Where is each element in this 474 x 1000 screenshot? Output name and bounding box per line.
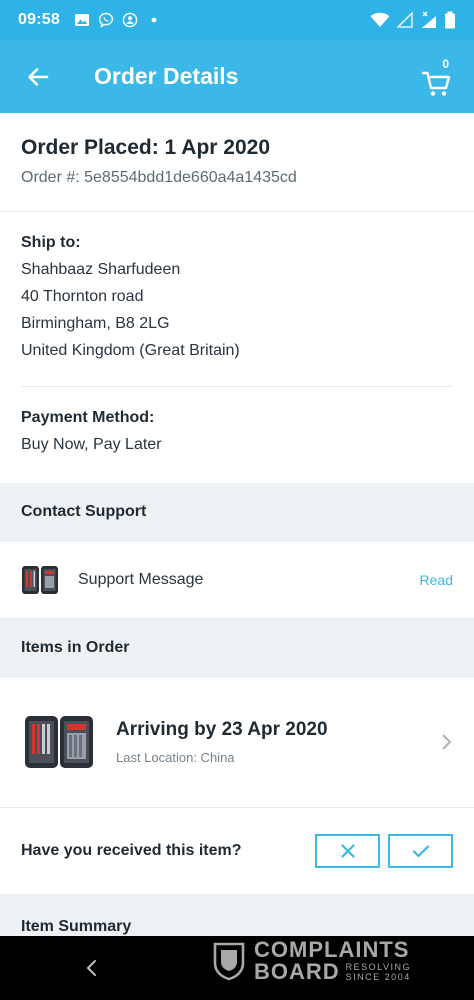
system-icons bbox=[370, 11, 456, 29]
watermark-tagline: RESOLVING SINCE 2004 bbox=[346, 962, 411, 982]
address-country: United Kingdom (Great Britain) bbox=[21, 342, 240, 359]
notification-icons bbox=[74, 12, 162, 28]
received-question: Have you received this item? bbox=[21, 842, 242, 859]
page-title: Order Details bbox=[94, 63, 239, 89]
arrow-left-icon bbox=[28, 67, 49, 86]
shipping-address: Ship to: Shahbaaz Sharfudeen 40 Thornton… bbox=[0, 212, 474, 386]
payment-method: Payment Method: Buy Now, Pay Later bbox=[0, 387, 474, 483]
complaints-board-watermark: COMPLAINTS BOARD RESOLVING SINCE 2004 bbox=[212, 937, 432, 985]
chevron-right-icon bbox=[442, 734, 452, 750]
order-placed-date: Order Placed: 1 Apr 2020 bbox=[21, 136, 271, 159]
more-notifications-icon bbox=[151, 17, 157, 23]
watermark-line-1: COMPLAINTS bbox=[254, 937, 410, 962]
watermark-board: BOARD bbox=[254, 959, 340, 984]
app-notification-icon bbox=[122, 12, 138, 28]
app-bar: Order Details 0 bbox=[0, 40, 474, 113]
shopping-cart-icon bbox=[422, 71, 451, 96]
cart-count-badge: 0 bbox=[442, 56, 449, 71]
address-street: 40 Thornton road bbox=[21, 288, 144, 305]
contact-support-heading: Contact Support bbox=[0, 483, 474, 541]
product-thumbnail bbox=[22, 565, 58, 594]
items-in-order-title: Items in Order bbox=[21, 638, 130, 656]
watermark-text: COMPLAINTS BOARD RESOLVING SINCE 2004 bbox=[254, 939, 411, 983]
shield-logo-icon bbox=[213, 942, 245, 981]
close-icon bbox=[340, 844, 355, 858]
payment-method-value: Buy Now, Pay Later bbox=[21, 436, 162, 453]
received-button[interactable] bbox=[388, 834, 453, 868]
watermark-line-2: BOARD RESOLVING SINCE 2004 bbox=[254, 961, 411, 983]
read-link[interactable]: Read bbox=[420, 572, 453, 588]
battery-icon bbox=[445, 11, 455, 29]
item-info: Arriving by 23 Apr 2020 Last Location: C… bbox=[116, 719, 328, 765]
payment-method-label: Payment Method: bbox=[21, 409, 155, 426]
address-city: Birmingham, B8 2LG bbox=[21, 315, 170, 332]
watermark-tagline-2: SINCE 2004 bbox=[345, 972, 411, 982]
recipient-name: Shahbaaz Sharfudeen bbox=[21, 261, 181, 278]
ship-to-label: Ship to: bbox=[21, 234, 81, 251]
received-confirmation-row: Have you received this item? bbox=[0, 808, 474, 894]
received-buttons bbox=[315, 834, 453, 868]
last-location: Last Location: China bbox=[116, 750, 235, 765]
not-received-button[interactable] bbox=[315, 834, 380, 868]
item-summary-heading: Item Summary bbox=[0, 894, 474, 936]
checkmark-icon bbox=[412, 845, 429, 858]
back-button[interactable] bbox=[18, 57, 58, 97]
image-icon bbox=[74, 14, 89, 26]
order-header: Order Placed: 1 Apr 2020 Order #: 5e8554… bbox=[0, 113, 474, 212]
watermark-tagline-1: RESOLVING bbox=[345, 962, 412, 972]
status-time: 09:58 bbox=[18, 11, 60, 28]
support-message-label: Support Message bbox=[78, 570, 204, 588]
signal-icon bbox=[422, 11, 436, 28]
product-image bbox=[25, 716, 93, 768]
arrival-date: Arriving by 23 Apr 2020 bbox=[116, 719, 328, 740]
wifi-icon bbox=[370, 12, 390, 27]
items-in-order-heading: Items in Order bbox=[0, 619, 474, 677]
order-number: Order #: 5e8554bdd1de660a4a1435cd bbox=[21, 169, 297, 186]
signal-empty-icon bbox=[396, 12, 413, 28]
item-summary-title: Item Summary bbox=[21, 918, 132, 935]
support-message-row[interactable]: Support Message Read bbox=[0, 541, 474, 619]
status-bar: 09:58 bbox=[0, 0, 474, 40]
cart-button[interactable]: 0 bbox=[420, 57, 454, 97]
contact-support-title: Contact Support bbox=[21, 502, 147, 520]
nav-back-icon[interactable] bbox=[84, 958, 100, 978]
order-details-content[interactable]: Order Placed: 1 Apr 2020 Order #: 5e8554… bbox=[0, 113, 474, 936]
viber-icon bbox=[98, 12, 113, 28]
order-item-row[interactable]: Arriving by 23 Apr 2020 Last Location: C… bbox=[0, 677, 474, 808]
